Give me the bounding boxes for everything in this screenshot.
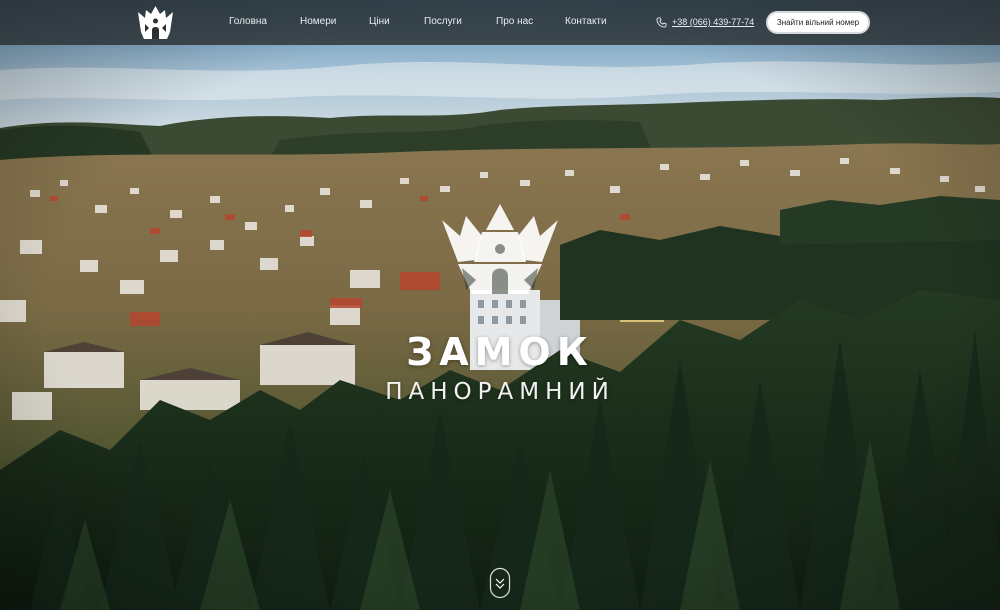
nav-item-home[interactable]: Головна — [229, 15, 267, 29]
scroll-down-chevron-icon[interactable] — [489, 567, 511, 599]
brand-title: ЗАМОК — [406, 330, 594, 374]
nav-item-about[interactable]: Про нас — [496, 15, 533, 29]
nav-item-contacts[interactable]: Контакти — [565, 15, 607, 29]
find-free-room-button[interactable]: Знайти вільний номер — [766, 11, 870, 34]
brand-subtitle: ПАНОРАМНИЙ — [385, 379, 615, 405]
hero-section: Головна Номери Ціни Послуги Про нас Конт… — [0, 0, 1000, 610]
castle-crown-logo-icon[interactable] — [133, 4, 178, 41]
castle-crown-logo-icon — [442, 204, 558, 294]
nav-item-rooms[interactable]: Номери — [300, 15, 336, 29]
phone-number: +38 (066) 439-77-74 — [672, 17, 755, 27]
nav-item-prices[interactable]: Ціни — [369, 15, 390, 29]
nav-item-services[interactable]: Послуги — [424, 15, 462, 29]
phone-link[interactable]: +38 (066) 439-77-74 — [656, 15, 754, 29]
site-header: Головна Номери Ціни Послуги Про нас Конт… — [0, 0, 1000, 45]
phone-icon — [656, 16, 667, 28]
